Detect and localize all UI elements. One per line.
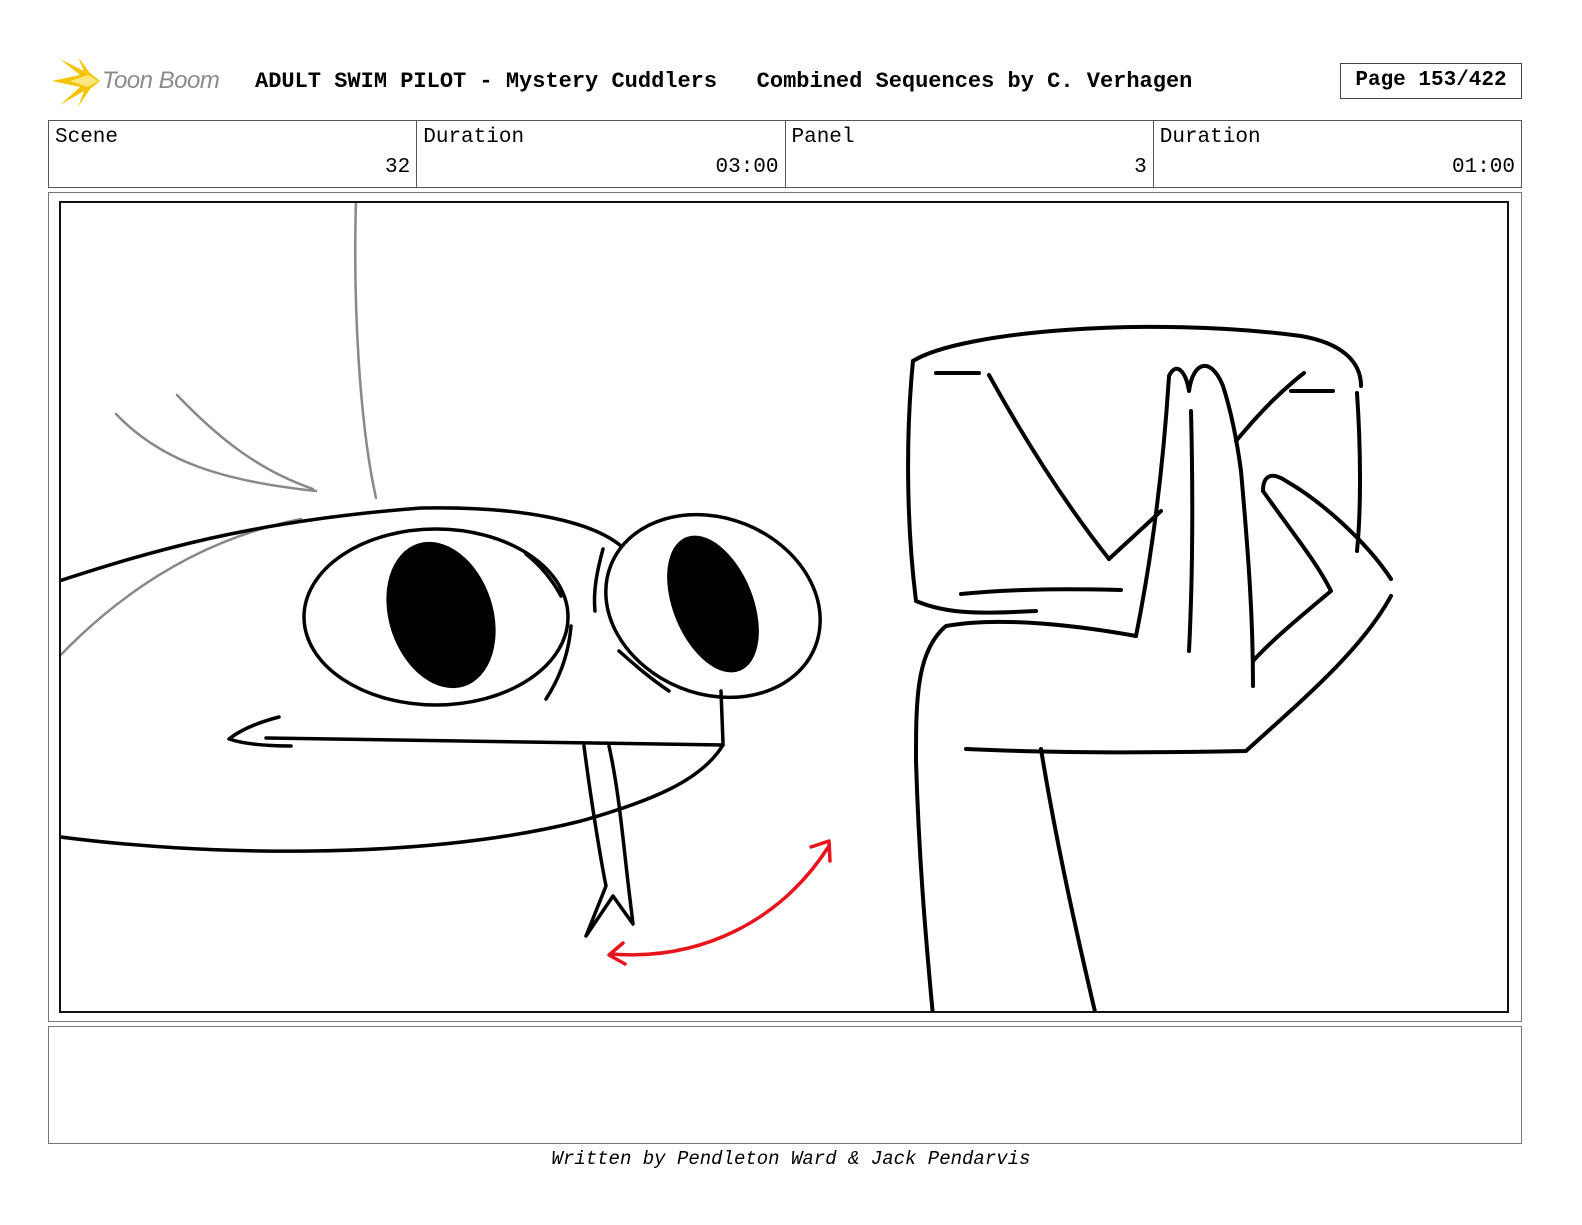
starburst-icon (52, 57, 100, 107)
storyboard-panel (59, 201, 1509, 1013)
scene-label: Scene (55, 126, 119, 149)
page-header: Toon Boom ADULT SWIM PILOT - Mystery Cud… (50, 55, 1535, 110)
scene-value: 32 (385, 156, 411, 179)
panel-notes-box (48, 1026, 1522, 1144)
toon-boom-logo: Toon Boom (50, 55, 240, 110)
scene-cell: Scene 32 (49, 121, 418, 187)
page-indicator: Page 153/422 (1340, 63, 1522, 99)
panel-duration-label: Duration (1159, 126, 1261, 149)
scene-duration-value: 03:00 (715, 156, 779, 179)
motion-arrow (607, 839, 832, 966)
panel-duration-value: 01:00 (1451, 156, 1515, 179)
document-title: ADULT SWIM PILOT - Mystery Cuddlers Comb… (255, 69, 1193, 94)
creature-pupils (386, 535, 759, 689)
logo-text: Toon Boom (102, 67, 220, 94)
panel-duration-cell: Duration 01:00 (1154, 121, 1521, 187)
footer-credit: Written by Pendleton Ward & Jack Pendarv… (551, 1148, 1031, 1170)
construction-lines (61, 203, 378, 657)
panel-value: 3 (1134, 156, 1147, 179)
storyboard-panel-frame (48, 192, 1522, 1022)
scene-info-row: Scene 32 Duration 03:00 Panel 3 Duration… (48, 120, 1522, 188)
panel-drawing (61, 203, 1393, 1011)
panel-cell: Panel 3 (786, 121, 1154, 187)
scene-duration-label: Duration (423, 126, 525, 149)
scene-duration-cell: Duration 03:00 (417, 121, 786, 187)
hand-and-block (906, 324, 1393, 1011)
panel-label: Panel (791, 126, 855, 149)
